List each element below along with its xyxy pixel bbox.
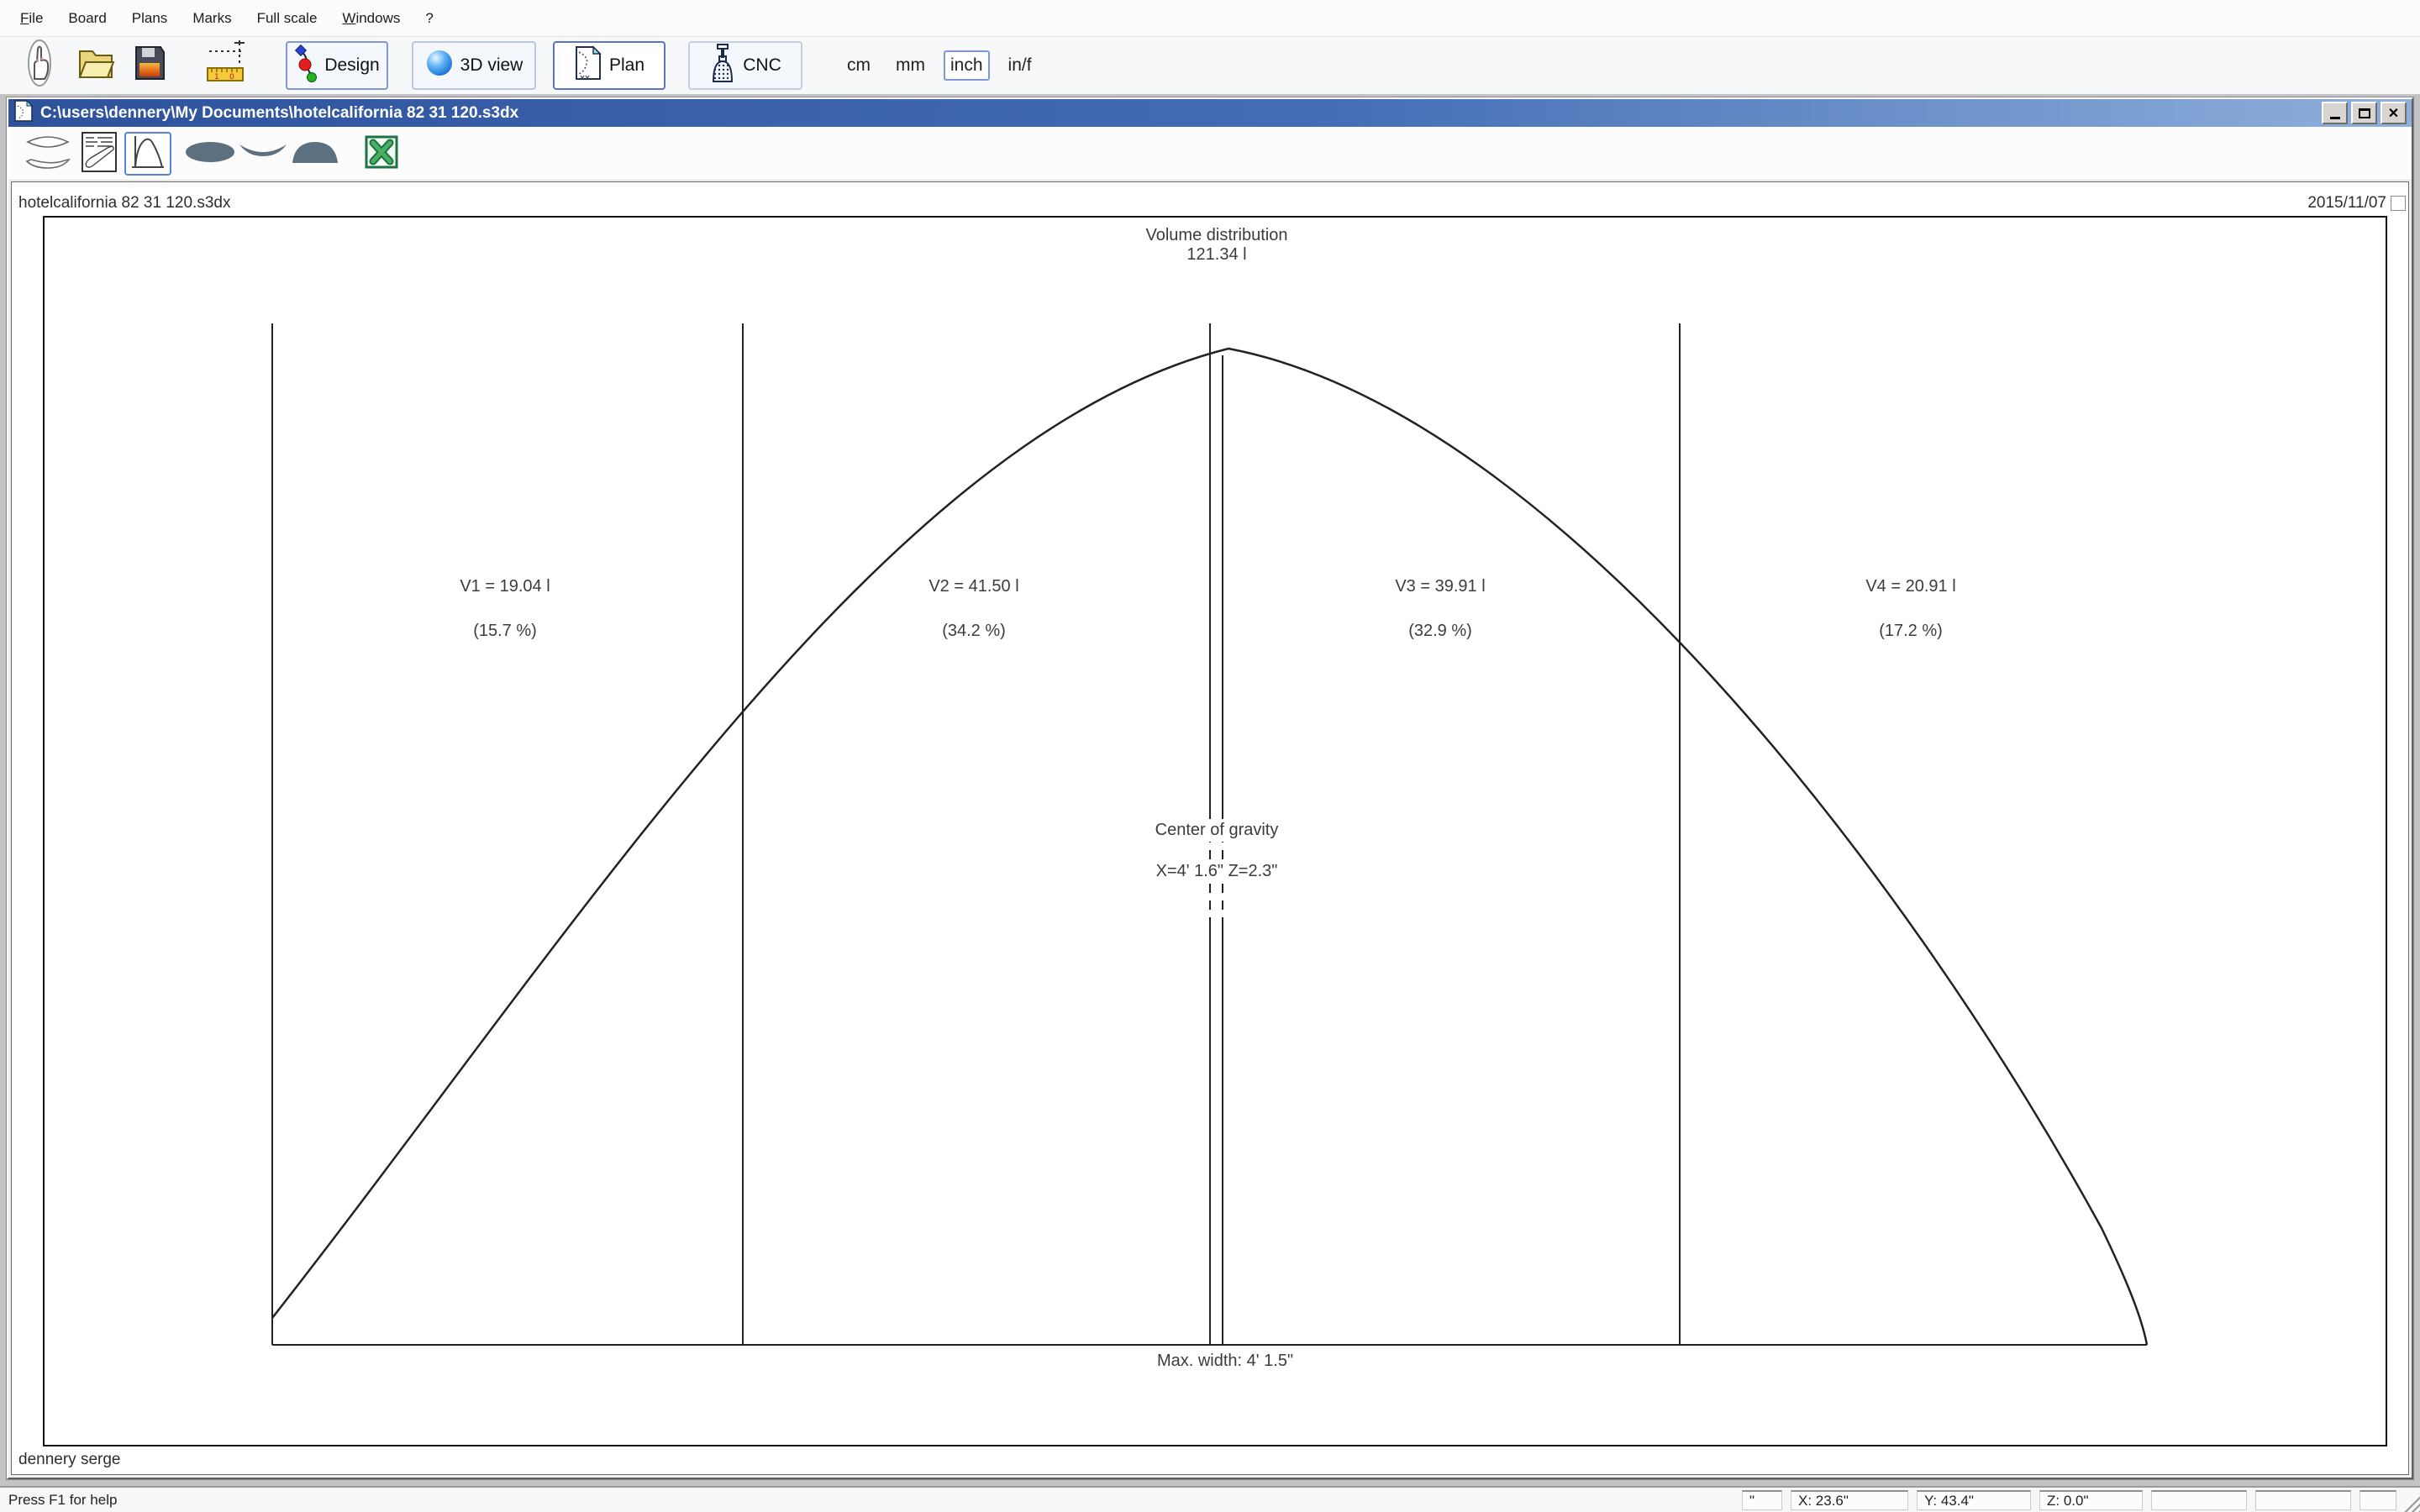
section-v2-label: V2 = 41.50 l (34.2 %) bbox=[929, 577, 1018, 666]
3d-view-button[interactable]: 3D view bbox=[412, 41, 536, 90]
filled-outline-icon bbox=[184, 139, 236, 169]
spec-sheet-icon bbox=[81, 131, 118, 177]
filled-section-button[interactable] bbox=[289, 132, 341, 176]
document-page: hotelcalifornia 82 31 120.s3dx 2015/11/0… bbox=[11, 181, 2409, 1475]
chart-title-block: Volume distribution 121.34 l bbox=[1146, 226, 1288, 265]
cnc-mill-icon bbox=[709, 43, 736, 88]
section-v1-label: V1 = 19.04 l (15.7 %) bbox=[460, 577, 550, 666]
max-width-label: Max. width: 4' 1.5" bbox=[1156, 1352, 1294, 1370]
center-of-gravity-value: X=4' 1.6" Z=2.3" bbox=[1149, 860, 1285, 883]
status-x-coordinate: X: 23.6" bbox=[1791, 1489, 1908, 1510]
document-author-label: dennery serge bbox=[18, 1451, 121, 1468]
section-v4-label: V4 = 20.91 l (17.2 %) bbox=[1865, 577, 1955, 666]
section-v3-label: V3 = 39.91 l (32.9 %) bbox=[1395, 577, 1485, 666]
open-file-button[interactable] bbox=[74, 41, 118, 90]
filled-rocker-icon bbox=[238, 141, 288, 167]
mdi-client-area: C:\users\dennery\My Documents\hotelcalif… bbox=[0, 94, 2420, 1486]
v2-volume: V2 = 41.50 l bbox=[929, 577, 1019, 596]
unit-cm[interactable]: cm bbox=[840, 50, 877, 81]
cnc-button-label: CNC bbox=[743, 55, 781, 75]
chart-title: Volume distribution bbox=[1145, 226, 1288, 244]
unit-inch[interactable]: inch bbox=[944, 50, 990, 81]
v1-percent: (15.7 %) bbox=[473, 622, 537, 640]
export-excel-button[interactable] bbox=[361, 132, 402, 176]
outline-views-icon bbox=[24, 131, 72, 177]
maximize-button[interactable] bbox=[2351, 102, 2377, 124]
filled-section-icon bbox=[291, 139, 339, 169]
svg-text:0: 0 bbox=[229, 73, 234, 81]
status-empty-panel-2 bbox=[2255, 1489, 2351, 1510]
document-window-title: C:\users\dennery\My Documents\hotelcalif… bbox=[40, 103, 519, 122]
menu-marks[interactable]: Marks bbox=[182, 6, 241, 31]
plan-document-icon bbox=[574, 45, 602, 86]
save-file-button[interactable] bbox=[128, 41, 171, 90]
view-toolbar bbox=[8, 127, 2412, 181]
status-y-coordinate: Y: 43.4" bbox=[1917, 1489, 2031, 1510]
menu-help[interactable]: ? bbox=[415, 6, 443, 31]
v3-percent: (32.9 %) bbox=[1408, 622, 1472, 640]
design-nodes-icon bbox=[294, 44, 318, 87]
center-of-gravity-block: Center of gravity X=4' 1.6" Z=2.3" bbox=[1148, 819, 1286, 901]
v4-volume: V4 = 20.91 l bbox=[1865, 577, 1956, 596]
sphere-3d-icon bbox=[425, 49, 454, 82]
select-tool-button[interactable] bbox=[18, 39, 60, 92]
status-z-coordinate: Z: 0.0" bbox=[2039, 1489, 2143, 1510]
menu-plans[interactable]: Plans bbox=[122, 6, 178, 31]
spec-sheet-button[interactable] bbox=[77, 131, 121, 177]
document-window: C:\users\dennery\My Documents\hotelcalif… bbox=[7, 97, 2413, 1479]
status-bar: Press F1 for help " X: 23.6" Y: 43.4" Z:… bbox=[0, 1486, 2420, 1512]
status-panels: " X: 23.6" Y: 43.4" Z: 0.0" bbox=[1742, 1489, 2396, 1510]
minimize-button[interactable] bbox=[2322, 102, 2348, 124]
filled-rocker-button[interactable] bbox=[237, 132, 289, 176]
excel-export-icon bbox=[365, 135, 398, 173]
plan-view-button[interactable]: Plan bbox=[553, 41, 666, 90]
menu-board[interactable]: Board bbox=[58, 6, 116, 31]
center-of-gravity-title: Center of gravity bbox=[1148, 819, 1286, 842]
design-button-label: Design bbox=[324, 55, 380, 75]
hand-board-icon bbox=[22, 39, 57, 92]
document-date-label: 2015/11/07 bbox=[2307, 194, 2386, 212]
v2-percent: (34.2 %) bbox=[942, 622, 1006, 640]
cnc-view-button[interactable]: CNC bbox=[688, 41, 802, 90]
menu-file[interactable]: File bbox=[10, 6, 53, 31]
status-help-text: Press F1 for help bbox=[8, 1491, 118, 1508]
logo-placeholder-box bbox=[2391, 196, 2406, 211]
status-unit-indicator: " bbox=[1742, 1489, 1782, 1510]
minimize-icon bbox=[2329, 117, 2340, 119]
svg-text:1: 1 bbox=[214, 73, 219, 81]
save-floppy-icon bbox=[132, 44, 167, 87]
filled-outline-button[interactable] bbox=[183, 132, 237, 176]
main-toolbar: 1 0 Design 3D view Plan CNC cm mm inch i… bbox=[0, 37, 2420, 94]
document-icon bbox=[13, 99, 34, 126]
volume-curve-icon bbox=[128, 133, 168, 176]
v1-volume: V1 = 19.04 l bbox=[460, 577, 550, 596]
ruler-dimensions-icon: 1 0 bbox=[204, 39, 250, 92]
outline-views-button[interactable] bbox=[22, 132, 74, 176]
v4-percent: (17.2 %) bbox=[1879, 622, 1943, 640]
unit-selector: cm mm inch in/f bbox=[840, 41, 1039, 90]
v3-volume: V3 = 39.91 l bbox=[1395, 577, 1486, 596]
open-folder-icon bbox=[76, 45, 116, 87]
menu-bar: File Board Plans Marks Full scale Window… bbox=[0, 0, 2420, 37]
close-icon: ✕ bbox=[2387, 106, 2400, 121]
maximize-icon bbox=[2358, 108, 2370, 118]
design-view-button[interactable]: Design bbox=[286, 41, 388, 90]
menu-windows[interactable]: Windows bbox=[332, 6, 410, 31]
unit-inf[interactable]: in/f bbox=[1002, 50, 1039, 81]
plan-button-label: Plan bbox=[608, 55, 645, 75]
menu-full-scale[interactable]: Full scale bbox=[247, 6, 328, 31]
status-empty-panel-1 bbox=[2151, 1489, 2247, 1510]
document-name-label: hotelcalifornia 82 31 120.s3dx bbox=[18, 194, 231, 212]
document-window-titlebar[interactable]: C:\users\dennery\My Documents\hotelcalif… bbox=[8, 99, 2412, 127]
chart-total-volume: 121.34 l bbox=[1186, 245, 1247, 264]
3d-view-button-label: 3D view bbox=[460, 55, 523, 75]
unit-mm[interactable]: mm bbox=[889, 50, 932, 81]
resize-grip[interactable] bbox=[2402, 1494, 2420, 1512]
volume-curve-button[interactable] bbox=[124, 132, 171, 176]
status-empty-panel-3 bbox=[2360, 1489, 2396, 1510]
measurements-button[interactable]: 1 0 bbox=[203, 39, 250, 92]
close-button[interactable]: ✕ bbox=[2381, 102, 2407, 124]
